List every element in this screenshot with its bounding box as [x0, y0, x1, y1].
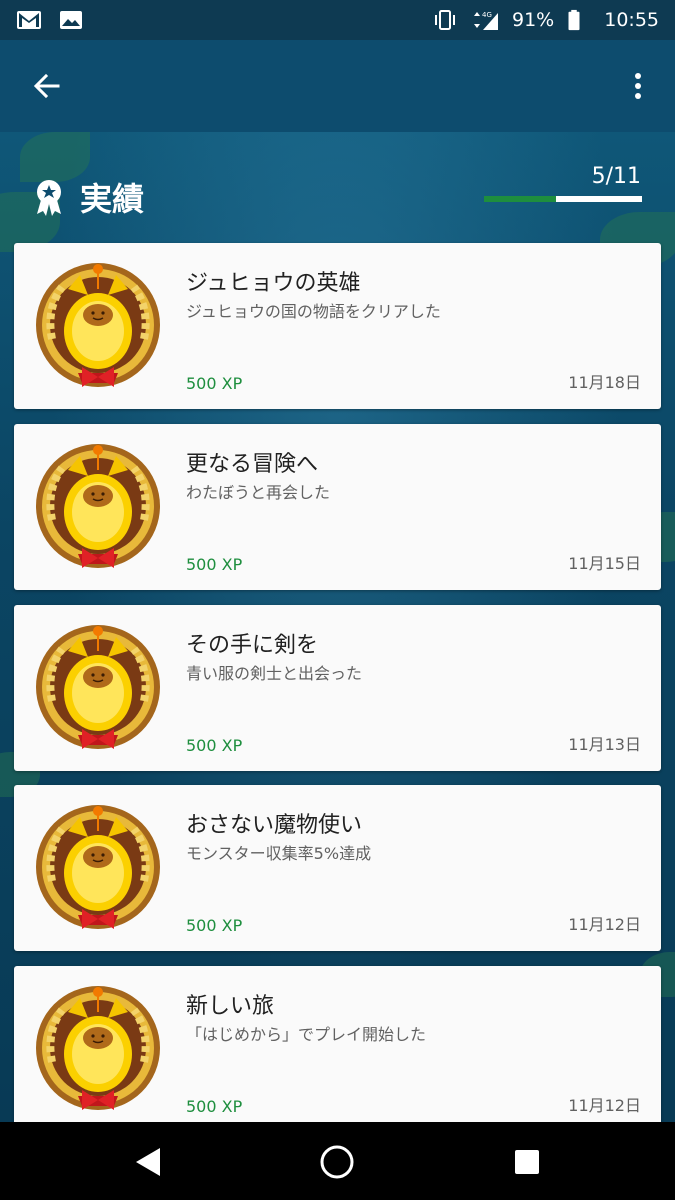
medal-badge-icon	[36, 625, 160, 749]
gmail-icon	[17, 11, 41, 29]
progress-fill	[484, 196, 556, 202]
battery-icon	[568, 9, 580, 31]
achievement-ribbon-icon	[37, 180, 61, 216]
svg-text:4G: 4G	[482, 11, 492, 19]
clock: 10:55	[604, 9, 659, 31]
app-bar	[0, 40, 675, 132]
achievement-date: 11月18日	[568, 373, 641, 392]
achievements-header: 実績 5/11	[0, 150, 675, 240]
achievement-xp: 500 XP	[186, 555, 243, 574]
achievement-title: ジュヒョウの英雄	[186, 271, 361, 296]
achievement-title: 更なる冒険へ	[186, 452, 319, 477]
achievement-xp: 500 XP	[186, 1097, 243, 1116]
achievement-description: モンスター収集率5%達成	[186, 844, 372, 863]
achievement-card[interactable]: 更なる冒険へわたぼうと再会した 500 XP 11月15日	[14, 424, 661, 590]
achievement-title: おさない魔物使い	[186, 813, 363, 838]
achievement-date: 11月15日	[568, 554, 641, 573]
medal-badge-icon	[36, 805, 160, 929]
home-circle-icon[interactable]	[317, 1142, 357, 1182]
achievement-card[interactable]: 新しい旅「はじめから」でプレイ開始した 500 XP 11月12日	[14, 966, 661, 1132]
medal-badge-icon	[36, 263, 160, 387]
achievement-description: ジュヒョウの国の物語をクリアした	[186, 302, 441, 321]
achievement-description: 「はじめから」でプレイ開始した	[186, 1025, 427, 1044]
progress-count: 5/11	[591, 164, 641, 189]
achievement-card[interactable]: ジュヒョウの英雄ジュヒョウの国の物語をクリアした 500 XP 11月18日	[14, 243, 661, 409]
system-nav-bar	[0, 1122, 675, 1200]
achievement-date: 11月12日	[568, 915, 641, 934]
achievement-description: 青い服の剣士と出会った	[186, 664, 363, 683]
page-title: 実績	[80, 180, 145, 218]
vibrate-icon	[435, 10, 455, 30]
achievement-date: 11月13日	[568, 735, 641, 754]
image-icon	[60, 11, 82, 29]
achievement-description: わたぼうと再会した	[186, 483, 331, 502]
achievement-xp: 500 XP	[186, 374, 243, 393]
recents-square-icon[interactable]	[507, 1142, 547, 1182]
back-triangle-icon[interactable]	[128, 1142, 168, 1182]
more-vert-icon[interactable]	[623, 64, 653, 110]
medal-badge-icon	[36, 986, 160, 1110]
achievement-card[interactable]: その手に剣を青い服の剣士と出会った 500 XP 11月13日	[14, 605, 661, 771]
achievement-xp: 500 XP	[186, 736, 243, 755]
achievement-title: その手に剣を	[186, 633, 319, 658]
achievement-xp: 500 XP	[186, 916, 243, 935]
4g-signal-icon: 4G	[474, 11, 498, 30]
progress-bar	[484, 196, 642, 202]
status-bar: 4G 91% 10:55	[0, 0, 675, 40]
achievement-title: 新しい旅	[186, 994, 275, 1019]
achievement-date: 11月12日	[568, 1096, 641, 1115]
battery-percent: 91%	[512, 9, 555, 31]
arrow-back-icon[interactable]	[24, 64, 70, 110]
achievement-card[interactable]: おさない魔物使いモンスター収集率5%達成 500 XP 11月12日	[14, 785, 661, 951]
medal-badge-icon	[36, 444, 160, 568]
